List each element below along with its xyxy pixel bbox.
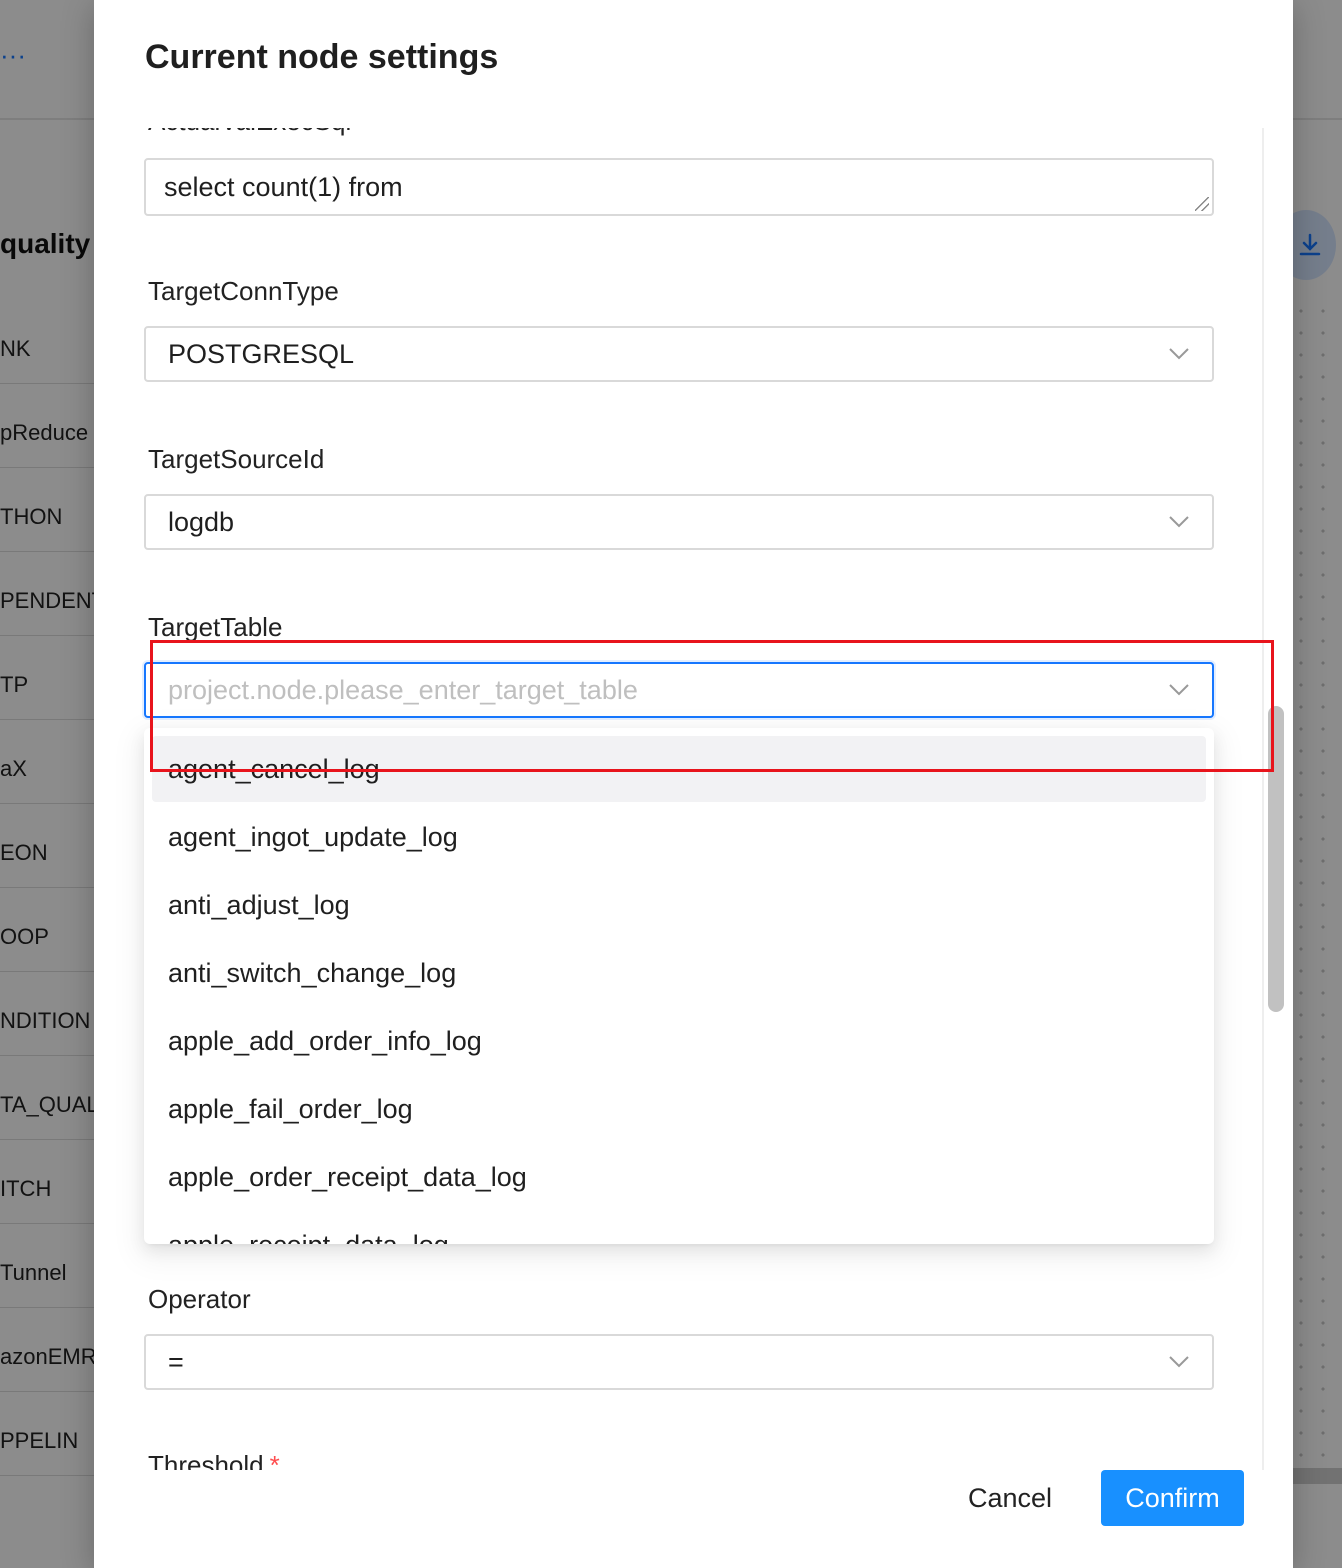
target-table-option[interactable]: agent_ingot_update_log — [152, 804, 1206, 870]
target-table-option[interactable]: agent_cancel_log — [152, 736, 1206, 802]
target-source-id-value: logdb — [168, 506, 235, 537]
modal-title: Current node settings — [145, 38, 499, 76]
target-table-option[interactable]: apple_order_receipt_data_log — [152, 1144, 1206, 1210]
actual-sql-value: select count(1) from — [164, 172, 403, 202]
target-table-option[interactable]: anti_switch_change_log — [152, 940, 1206, 1006]
target-table-select[interactable]: project.node.please_enter_target_table — [144, 662, 1214, 718]
threshold-label-text: Threshold — [148, 1450, 264, 1470]
target-conn-type-value: POSTGRESQL — [168, 338, 355, 369]
required-mark: * — [269, 1450, 280, 1470]
modal-scroll-thumb[interactable] — [1268, 706, 1284, 1012]
resize-handle-icon[interactable] — [1195, 197, 1209, 211]
actual-sql-textarea[interactable]: select count(1) from — [144, 158, 1214, 216]
operator-value: = — [168, 1346, 184, 1377]
target-table-label: TargetTable — [148, 612, 283, 642]
operator-label: Operator — [148, 1284, 251, 1314]
target-conn-type-select[interactable]: POSTGRESQL — [144, 326, 1214, 382]
node-settings-modal: Current node settings ActualValExecSql s… — [94, 0, 1293, 1568]
cancel-button[interactable]: Cancel — [946, 1470, 1074, 1526]
confirm-button[interactable]: Confirm — [1101, 1470, 1244, 1526]
chevron-down-icon — [1169, 684, 1189, 696]
chevron-down-icon — [1169, 516, 1189, 528]
modal-body: ActualValExecSql select count(1) from Ta… — [94, 128, 1293, 1470]
target-source-id-select[interactable]: logdb — [144, 494, 1214, 550]
target-conn-type-label: TargetConnType — [148, 276, 339, 306]
modal-scroll-track[interactable] — [1262, 128, 1264, 1470]
target-table-option[interactable]: anti_adjust_log — [152, 872, 1206, 938]
target-source-id-label: TargetSourceId — [148, 444, 325, 474]
target-table-option[interactable]: apple_add_order_info_log — [152, 1008, 1206, 1074]
target-table-option[interactable]: apple_receipt_data_log — [152, 1212, 1206, 1245]
operator-select[interactable]: = — [144, 1334, 1214, 1390]
chevron-down-icon — [1169, 348, 1189, 360]
actual-sql-label: ActualValExecSql — [148, 128, 351, 137]
threshold-label: Threshold * — [148, 1450, 280, 1470]
target-table-placeholder: project.node.please_enter_target_table — [168, 674, 638, 705]
target-table-dropdown: agent_cancel_log agent_ingot_update_log an… — [144, 728, 1214, 1244]
chevron-down-icon — [1169, 1356, 1189, 1368]
target-table-option[interactable]: apple_fail_order_log — [152, 1076, 1206, 1142]
